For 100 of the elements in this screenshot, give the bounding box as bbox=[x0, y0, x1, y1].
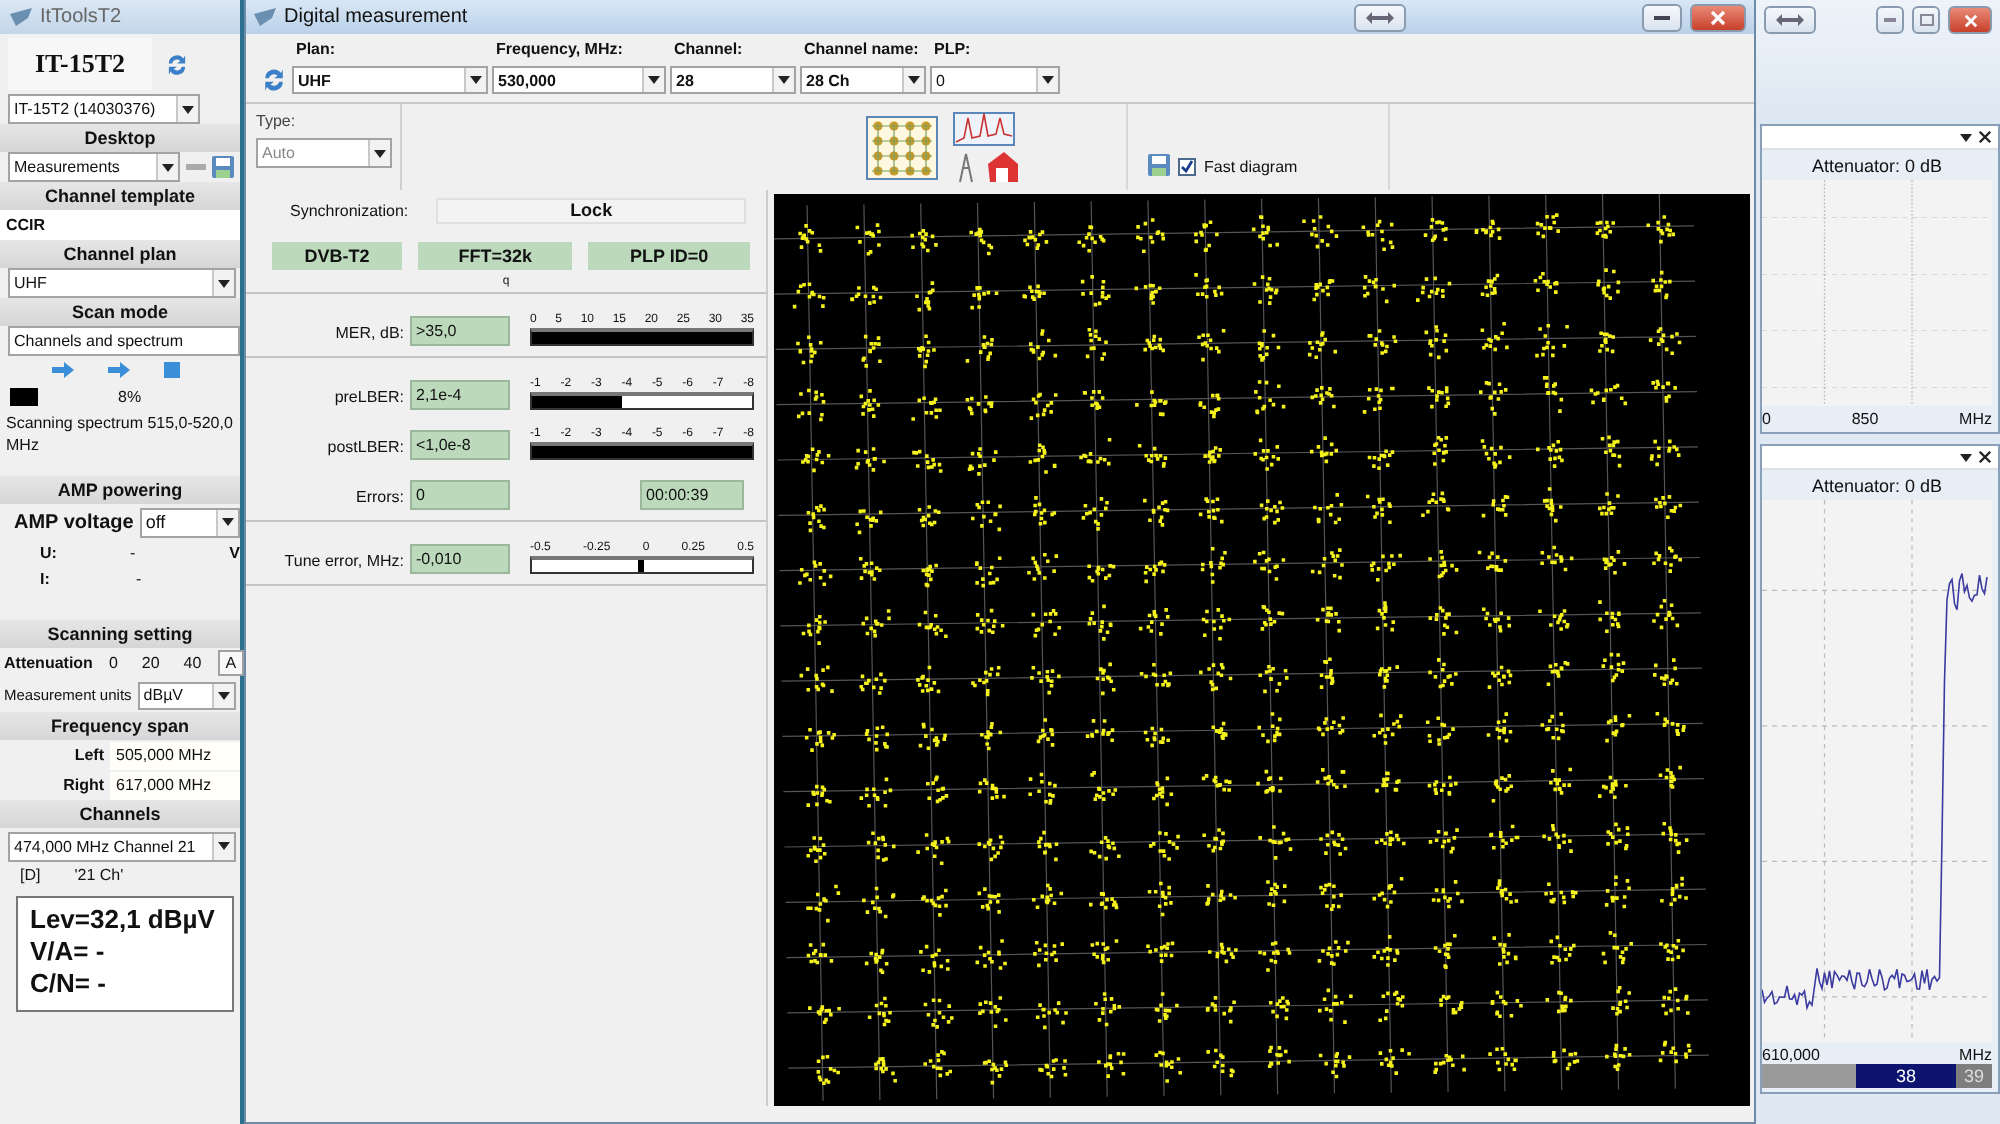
signal-badge: PLP ID=0 bbox=[588, 242, 750, 270]
axis-label: MHz bbox=[1959, 1046, 1992, 1064]
minimize-icon bbox=[1654, 15, 1670, 19]
constellation-view-icon[interactable] bbox=[866, 115, 938, 179]
channel-plan-dropdown[interactable]: UHF bbox=[8, 268, 236, 298]
section-header: Desktop bbox=[0, 124, 240, 152]
measurement-label: MER, dB: bbox=[333, 324, 406, 346]
checkbox[interactable] bbox=[1178, 158, 1196, 176]
field-label: Channel name: bbox=[802, 40, 921, 58]
window-title: ItToolsT2 bbox=[40, 6, 122, 28]
field-value: - bbox=[130, 544, 138, 562]
swap-arrows-icon bbox=[1776, 14, 1804, 26]
caret-icon bbox=[218, 842, 230, 850]
field-label: U: bbox=[40, 544, 59, 562]
dialog-title: Digital measurement bbox=[284, 6, 468, 28]
caret-icon bbox=[162, 163, 174, 171]
swap-arrows-icon bbox=[1366, 11, 1394, 23]
reading-text: C/N= - bbox=[30, 968, 108, 1000]
axis-label: 610,000 bbox=[1762, 1046, 1820, 1064]
field-label: Left bbox=[72, 746, 104, 764]
frequency-field[interactable]: 617,000 MHz bbox=[110, 771, 240, 799]
refresh-icon[interactable] bbox=[260, 66, 288, 94]
field-dropdown[interactable]: 0 bbox=[930, 66, 1060, 94]
device-dropdown[interactable]: IT-15T2 (14030376) bbox=[8, 94, 200, 124]
caret-icon bbox=[182, 105, 194, 113]
unit-label: V bbox=[229, 544, 240, 562]
dock-button[interactable] bbox=[1354, 3, 1406, 31]
measurement-label: Tune error, MHz: bbox=[282, 552, 406, 574]
caret-icon bbox=[908, 76, 920, 84]
field-dropdown[interactable]: 28 bbox=[670, 66, 796, 94]
arrow-icon[interactable] bbox=[108, 362, 130, 378]
attenuation-option[interactable]: 0 bbox=[100, 650, 126, 676]
channel-flag-label: [D] bbox=[20, 866, 41, 884]
close-button[interactable] bbox=[1948, 6, 1992, 34]
field-label: Attenuation bbox=[4, 654, 93, 672]
channel-dropdown[interactable]: 474,000 MHz Channel 21 bbox=[8, 831, 236, 861]
attenuator-label: Attenuator: 0 dB bbox=[1811, 476, 1943, 496]
desktop-dropdown[interactable]: Measurements bbox=[8, 152, 180, 182]
arrow-icon[interactable] bbox=[52, 362, 74, 378]
field-value: - bbox=[136, 570, 144, 588]
field-label: Frequency, MHz: bbox=[494, 40, 625, 58]
refresh-icon[interactable] bbox=[164, 51, 190, 77]
close-button[interactable] bbox=[1690, 3, 1746, 31]
section-header: AMP powering bbox=[0, 476, 240, 504]
caret-icon bbox=[1042, 76, 1054, 84]
scan-mode-field[interactable]: Channels and spectrum bbox=[8, 326, 240, 356]
close-icon[interactable] bbox=[1978, 130, 1992, 144]
field-label: Plan: bbox=[294, 40, 338, 58]
scan-status: Scanning spectrum 515,0-520,0 MHz bbox=[4, 412, 235, 458]
channel-name: '21 Ch' bbox=[74, 866, 124, 884]
maximize-button[interactable] bbox=[1912, 6, 1940, 34]
field-label: I: bbox=[40, 570, 52, 588]
frequency-field[interactable]: 505,000 MHz bbox=[110, 741, 240, 769]
attenuator-label: Attenuator: 0 dB bbox=[1811, 156, 1943, 176]
dock-button[interactable] bbox=[1764, 6, 1816, 34]
attenuation-option[interactable]: A bbox=[217, 650, 245, 676]
measurement-value: -0,010 bbox=[410, 544, 510, 574]
axis-label: 850 bbox=[1851, 410, 1879, 428]
app-logo-icon bbox=[254, 8, 276, 26]
field-label: Synchronization: bbox=[290, 201, 409, 219]
caret-icon bbox=[648, 76, 660, 84]
axis-label: MHz bbox=[1959, 410, 1992, 428]
progress-indicator bbox=[10, 387, 38, 405]
channel-segment[interactable]: 38 bbox=[1856, 1064, 1956, 1088]
attenuation-option[interactable]: 20 bbox=[133, 650, 168, 676]
axis-label: 0 bbox=[1762, 410, 1771, 428]
field-dropdown[interactable]: 28 Ch bbox=[800, 66, 926, 94]
checkbox-label[interactable]: Fast diagram bbox=[1204, 158, 1298, 176]
field-label: AMP voltage bbox=[14, 511, 134, 533]
app-logo-icon bbox=[10, 8, 32, 26]
spectrum-view-icon[interactable] bbox=[948, 111, 1020, 183]
save-icon[interactable] bbox=[1148, 154, 1170, 176]
caret-icon bbox=[470, 76, 482, 84]
close-icon bbox=[1963, 13, 1977, 27]
field-label: Right bbox=[61, 776, 104, 794]
caret-icon bbox=[218, 279, 230, 287]
field-label: PLP: bbox=[932, 40, 973, 58]
measurement-value: >35,0 bbox=[410, 316, 510, 346]
maximize-icon bbox=[1919, 14, 1933, 26]
sync-status: Lock bbox=[436, 197, 746, 223]
units-dropdown[interactable]: dBµV bbox=[137, 681, 236, 709]
minimize-button[interactable] bbox=[1642, 3, 1682, 31]
measurement-value: 0 bbox=[410, 480, 510, 510]
field-label: Channel: bbox=[672, 40, 745, 58]
signal-badge: DVB-T2 bbox=[272, 242, 403, 270]
section-header: Frequency span bbox=[0, 712, 240, 740]
minimize-icon bbox=[1884, 18, 1896, 22]
field-dropdown[interactable]: 530,000 bbox=[492, 66, 666, 94]
measurement-label: Errors: bbox=[354, 488, 406, 510]
amp-voltage-dropdown[interactable]: off bbox=[139, 507, 240, 537]
caret-icon bbox=[218, 691, 230, 699]
measurement-label: preLBER: bbox=[332, 388, 406, 410]
close-icon[interactable] bbox=[1978, 450, 1992, 464]
measurement-label: postLBER: bbox=[325, 438, 406, 460]
caret-icon bbox=[1960, 133, 1972, 141]
caret-icon bbox=[374, 149, 386, 157]
measurement-value: 2,1e-4 bbox=[410, 380, 510, 410]
save-icon[interactable] bbox=[212, 156, 234, 178]
field-dropdown[interactable]: UHF bbox=[292, 66, 488, 94]
attenuation-option[interactable]: 40 bbox=[175, 650, 210, 676]
